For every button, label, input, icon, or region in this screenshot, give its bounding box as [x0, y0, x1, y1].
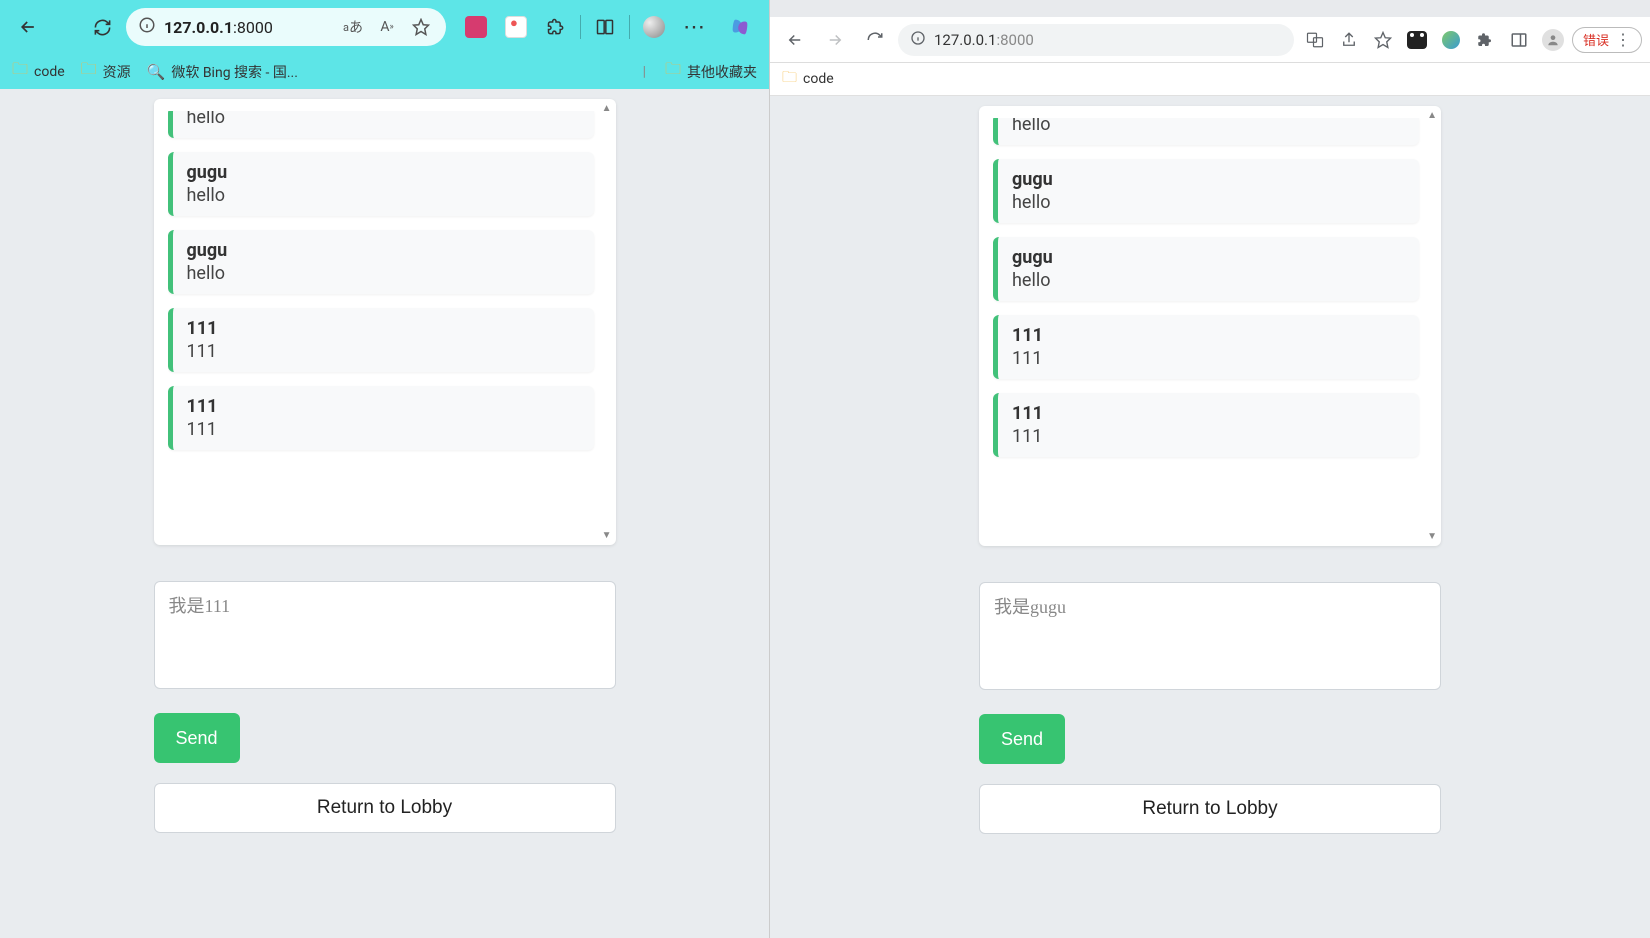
message-text: hello: [1012, 270, 1405, 291]
extension-icon-2[interactable]: ●: [500, 11, 532, 43]
error-indicator[interactable]: 错误 ⋮: [1572, 27, 1642, 53]
error-label: 错误: [1583, 30, 1609, 49]
edge-toolbar: 127.0.0.1:8000 aあ A» ● ⋯: [0, 0, 769, 54]
bookmark-code[interactable]: 🗀code: [12, 58, 65, 85]
message-text: hello: [1012, 192, 1405, 213]
chat-messages-panel: ▲ helloguguhelloguguhello111111111111 ▼: [979, 106, 1441, 546]
chat-message: guguhello: [168, 152, 594, 216]
message-text: 111: [187, 419, 580, 440]
scroll-down-icon[interactable]: ▼: [1427, 531, 1437, 542]
message-text: 111: [1012, 348, 1405, 369]
message-sender: gugu: [187, 240, 580, 261]
forward-button: [818, 23, 852, 57]
refresh-button[interactable]: [858, 23, 892, 57]
info-icon: [910, 30, 926, 50]
scroll-down-icon[interactable]: ▼: [602, 530, 612, 541]
message-text: hello: [1012, 118, 1405, 135]
message-sender: 111: [187, 396, 580, 417]
browser-window-left: 127.0.0.1:8000 aあ A» ● ⋯: [0, 0, 769, 938]
message-sender: gugu: [1012, 169, 1405, 190]
extension-icon-globe[interactable]: [1436, 25, 1466, 55]
back-button[interactable]: [778, 23, 812, 57]
chat-message: hello: [993, 118, 1419, 145]
info-icon: [138, 16, 156, 38]
message-sender: gugu: [187, 162, 580, 183]
chat-messages-panel: ▲ helloguguhelloguguhello111111111111 ▼: [154, 99, 616, 545]
favorite-star-icon[interactable]: [408, 14, 434, 40]
page-content-right: ▲ helloguguhelloguguhello111111111111 ▼ …: [770, 96, 1650, 938]
page-content-left: ▲ helloguguhelloguguhello111111111111 ▼ …: [0, 89, 769, 938]
message-text: 111: [187, 341, 580, 362]
message-input[interactable]: 我是gugu: [979, 582, 1441, 690]
bookmark-code[interactable]: 🗀code: [782, 67, 834, 92]
refresh-button[interactable]: [84, 9, 120, 45]
bookmark-bing[interactable]: 🔍微软 Bing 搜索 - 国...: [147, 62, 298, 82]
message-sender: 111: [187, 318, 580, 339]
copilot-icon[interactable]: [724, 11, 756, 43]
share-icon[interactable]: [1334, 25, 1364, 55]
sidepanel-icon[interactable]: [1504, 25, 1534, 55]
split-screen-icon[interactable]: [589, 11, 621, 43]
separator: [580, 15, 581, 39]
folder-icon: 🗀: [665, 58, 681, 85]
address-bar[interactable]: 127.0.0.1:8000: [898, 24, 1294, 56]
address-bar[interactable]: 127.0.0.1:8000 aあ A»: [126, 8, 446, 46]
read-aloud-icon[interactable]: A»: [374, 14, 400, 40]
profile-icon[interactable]: [1538, 25, 1568, 55]
chat-scroll-area[interactable]: helloguguhelloguguhello111111111111: [168, 111, 602, 533]
browser-window-right: 127.0.0.1:8000: [769, 0, 1650, 938]
chat-message: 111111: [168, 308, 594, 372]
message-text: hello: [187, 263, 580, 284]
translate-icon[interactable]: [1300, 25, 1330, 55]
chat-message: guguhello: [168, 230, 594, 294]
chat-message: 111111: [993, 393, 1419, 457]
bookmark-resources[interactable]: 🗀资源: [81, 58, 131, 85]
translate-icon[interactable]: aあ: [340, 14, 366, 40]
overflow-menu-icon[interactable]: ⋯: [678, 11, 710, 43]
return-to-lobby-button[interactable]: Return to Lobby: [979, 784, 1441, 834]
folder-icon: 🗀: [782, 67, 797, 92]
extension-icon-1[interactable]: [460, 11, 492, 43]
extensions-puzzle-icon[interactable]: [1470, 25, 1500, 55]
send-button[interactable]: Send: [979, 714, 1065, 764]
message-text: 111: [1012, 426, 1405, 447]
chat-message: hello: [168, 111, 594, 138]
extensions-puzzle-icon[interactable]: [540, 11, 572, 43]
menu-dots-icon: ⋮: [1615, 30, 1631, 49]
folder-icon: 🗀: [12, 58, 28, 85]
message-sender: gugu: [1012, 247, 1405, 268]
search-icon: 🔍: [147, 63, 166, 81]
separator: [629, 15, 630, 39]
url-text: 127.0.0.1:8000: [934, 31, 1034, 49]
chat-scroll-area[interactable]: helloguguhelloguguhello111111111111: [993, 118, 1427, 534]
profile-icon[interactable]: [638, 11, 670, 43]
scroll-up-icon[interactable]: ▲: [1427, 110, 1437, 121]
extension-icon-panda[interactable]: [1402, 25, 1432, 55]
chrome-toolbar: 127.0.0.1:8000: [770, 17, 1650, 63]
folder-icon: 🗀: [81, 58, 97, 85]
chat-message: 111111: [168, 386, 594, 450]
send-button[interactable]: Send: [154, 713, 240, 763]
tab-bar: [770, 0, 1650, 17]
return-to-lobby-button[interactable]: Return to Lobby: [154, 783, 616, 833]
chat-message: 111111: [993, 315, 1419, 379]
message-sender: 111: [1012, 403, 1405, 424]
message-text: hello: [187, 111, 580, 128]
message-text: hello: [187, 185, 580, 206]
url-text: 127.0.0.1:8000: [164, 18, 332, 37]
bookmarks-bar: 🗀code 🗀资源 🔍微软 Bing 搜索 - 国... | 🗀其他收藏夹: [0, 54, 769, 89]
chat-message: guguhello: [993, 159, 1419, 223]
bookmarks-bar: 🗀code: [770, 63, 1650, 96]
chat-message: guguhello: [993, 237, 1419, 301]
bookmark-other[interactable]: | 🗀其他收藏夹: [643, 58, 757, 85]
message-input[interactable]: 我是111: [154, 581, 616, 689]
favorite-star-icon[interactable]: [1368, 25, 1398, 55]
message-sender: 111: [1012, 325, 1405, 346]
back-button[interactable]: [10, 9, 46, 45]
scroll-up-icon[interactable]: ▲: [602, 103, 612, 114]
